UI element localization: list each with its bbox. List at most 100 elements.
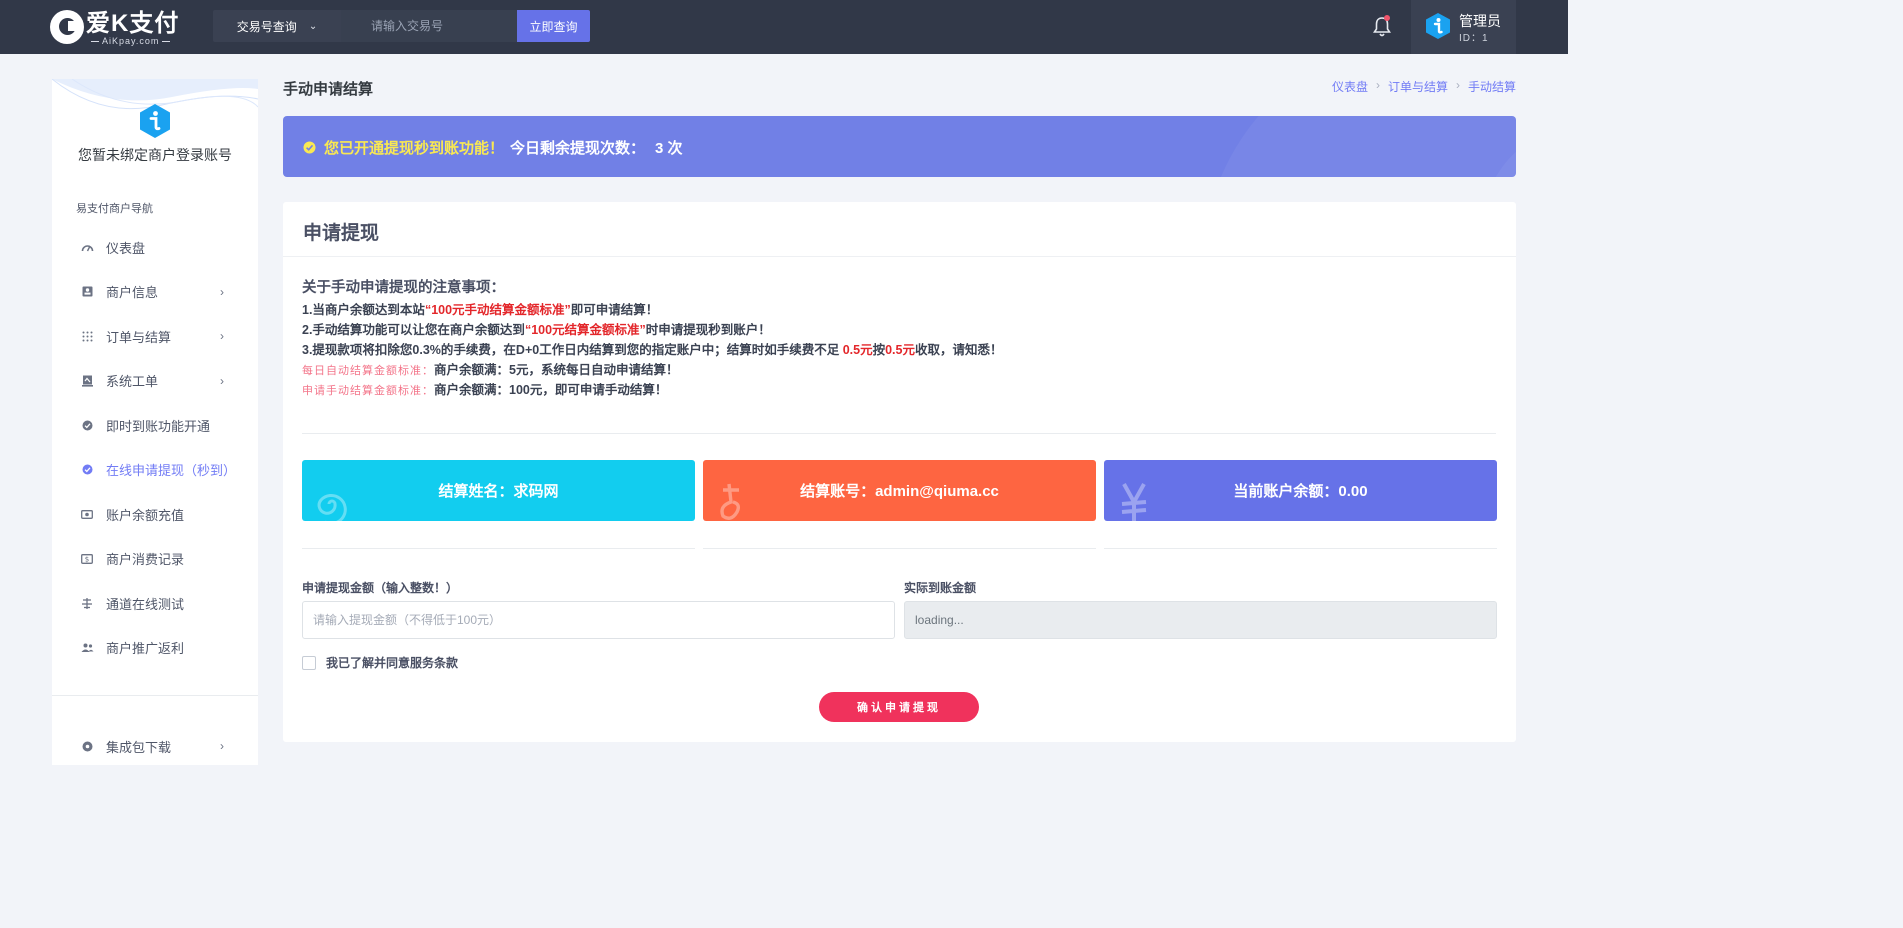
users-icon bbox=[80, 641, 94, 655]
grid-dots-icon bbox=[80, 329, 94, 343]
balance-stat: 当前账户余额：0.00 bbox=[1104, 460, 1497, 521]
account-status-text: 您暂未绑定商户登录账号 bbox=[78, 147, 232, 163]
yen-icon bbox=[1121, 483, 1147, 521]
rule-text: 即可申请结算！ bbox=[570, 303, 659, 317]
search-input[interactable] bbox=[341, 10, 517, 42]
sidebar-item-label: 即时到账功能开通 bbox=[106, 418, 211, 434]
check-badge-icon bbox=[303, 141, 316, 154]
sidebar-item-label: 账户余额充值 bbox=[106, 507, 185, 523]
breadcrumb-orders[interactable]: 订单与结算 bbox=[1388, 78, 1448, 95]
stat-underline bbox=[302, 548, 695, 549]
user-id: ID：1 bbox=[1459, 33, 1489, 44]
breadcrumb-dashboard[interactable]: 仪表盘 bbox=[1332, 78, 1368, 95]
sidebar-item-consumption[interactable]: $ 商户消费记录 bbox=[52, 537, 258, 582]
card-divider bbox=[302, 433, 1496, 434]
sidebar-item-label: 商户推广返利 bbox=[106, 641, 185, 657]
chevron-right-icon: › bbox=[220, 739, 224, 754]
sidebar-item-label: 商户信息 bbox=[106, 285, 159, 301]
logo-mark-icon bbox=[50, 10, 84, 44]
rule-line: 申请手动结算金额标准：商户余额满：100元，即可申请手动结算！ bbox=[302, 380, 1003, 400]
search-type-label: 交易号查询 bbox=[236, 19, 297, 34]
search-group: 交易号查询 ⌄ 立即查询 bbox=[213, 10, 590, 42]
breadcrumb-separator-icon: › bbox=[1375, 78, 1380, 92]
breadcrumb: 仪表盘 › 订单与结算 › 手动结算 bbox=[1332, 78, 1516, 95]
logo-name: 爱K支付 bbox=[86, 10, 180, 37]
rule-line: 每日自动结算金额标准：商户余额满：5元，系统每日自动申请结算！ bbox=[302, 360, 1003, 380]
sidebar-item-label: 系统工单 bbox=[106, 374, 159, 390]
rule-line: 3.提现款项将扣除您0.3%的手续费，在D+0工作日内结算到您的指定账户中；结算… bbox=[302, 340, 1003, 360]
notice-banner: 您已开通提现秒到账功能！ 今日剩余提现次数： 3 次 bbox=[283, 116, 1516, 177]
notice-remaining-label: 今日剩余提现次数： bbox=[510, 140, 646, 157]
sidebar-item-dashboard[interactable]: 仪表盘 bbox=[52, 225, 258, 270]
rule-text: 时申请提现秒到账户！ bbox=[645, 323, 771, 337]
receipt-icon: $ bbox=[80, 552, 94, 566]
user-name: 管理员 bbox=[1459, 13, 1501, 29]
sidebar-item-label: 通道在线测试 bbox=[106, 596, 185, 612]
breadcrumb-current: 手动结算 bbox=[1467, 80, 1516, 94]
rules-title: 关于手动申请提现的注意事项： bbox=[302, 280, 505, 296]
rule-highlight: “100元手动结算金额标准” bbox=[424, 303, 571, 317]
bell-icon[interactable] bbox=[1372, 15, 1392, 38]
sidebar-item-recharge[interactable]: 账户余额充值 bbox=[52, 492, 258, 537]
agree-checkbox[interactable] bbox=[302, 655, 316, 670]
rule-line: 2.手动结算功能可以让您在商户余额达到“100元结算金额标准”时申请提现秒到账户… bbox=[302, 320, 1003, 340]
settle-name-text: 结算姓名：求码网 bbox=[438, 483, 559, 500]
sidebar-item-referral[interactable]: 商户推广返利 bbox=[52, 626, 258, 671]
check-badge-icon bbox=[80, 463, 94, 477]
settle-account-stat: 结算账号：admin@qiuma.cc bbox=[703, 460, 1096, 521]
sidebar-item-label: 集成包下载 bbox=[106, 739, 172, 755]
check-badge-icon bbox=[80, 418, 94, 432]
auto-standard-text: 商户余额满：5元，系统每日自动申请结算！ bbox=[434, 363, 679, 377]
notice-remaining-count: 3 次 bbox=[655, 140, 683, 157]
top-bar: 爱K支付 AiKpay.com 交易号查询 ⌄ 立即查询 管理员 ID：1 bbox=[0, 0, 1568, 54]
logo[interactable]: 爱K支付 AiKpay.com bbox=[50, 10, 200, 46]
sidebar-item-label: 仪表盘 bbox=[106, 240, 146, 256]
sidebar-item-channel-test[interactable]: 通道在线测试 bbox=[52, 581, 258, 626]
manual-standard-label: 申请手动结算金额标准： bbox=[302, 385, 434, 397]
ticket-icon bbox=[80, 374, 94, 388]
sidebar-item-tickets[interactable]: 系统工单 › bbox=[52, 359, 258, 404]
rule-text: 3.提现款项将扣除您0.3%的手续费，在D+0工作日内结算到您的指定账户中；结算… bbox=[302, 343, 840, 357]
rule-text: 1.当商户余额达到本站 bbox=[302, 303, 425, 317]
nav-section-title: 易支付商户导航 bbox=[76, 203, 153, 215]
sidebar-item-orders[interactable]: 订单与结算 › bbox=[52, 314, 258, 359]
sidebar-divider bbox=[52, 695, 258, 696]
sidebar-item-online-withdraw[interactable]: 在线申请提现（秒到） bbox=[52, 448, 258, 493]
actual-amount-label: 实际到账金额 bbox=[904, 581, 977, 595]
swirl-icon bbox=[317, 494, 347, 521]
rule-highlight: “100元结算金额标准” bbox=[524, 323, 646, 337]
cash-icon bbox=[80, 507, 94, 521]
chevron-right-icon: › bbox=[220, 373, 224, 388]
banner-decoration bbox=[1203, 116, 1516, 177]
logo-sub: AiKpay.com bbox=[88, 36, 173, 46]
actual-amount-field bbox=[904, 601, 1497, 639]
rule-text: 2.手动结算功能可以让您在商户余额达到 bbox=[302, 323, 525, 337]
stat-underline bbox=[703, 548, 1096, 549]
submit-withdraw-button[interactable]: 确认申请提现 bbox=[819, 692, 979, 722]
card-title: 申请提现 bbox=[303, 223, 380, 244]
search-button[interactable]: 立即查询 bbox=[517, 10, 590, 42]
sidebar-item-merchant-info[interactable]: 商户信息 › bbox=[52, 270, 258, 315]
stat-underline bbox=[1104, 548, 1497, 549]
rule-text: 收取，请知悉！ bbox=[914, 343, 1003, 357]
settle-account-text: 结算账号：admin@qiuma.cc bbox=[800, 483, 999, 500]
search-type-select[interactable]: 交易号查询 ⌄ bbox=[213, 10, 341, 42]
merchant-card-icon bbox=[80, 285, 94, 299]
notice-highlight: 您已开通提现秒到账功能！ bbox=[324, 140, 505, 157]
nav-bottom: 集成包下载 › bbox=[52, 724, 258, 765]
withdraw-card: 申请提现 关于手动申请提现的注意事项： 1.当商户余额达到本站“100元手动结算… bbox=[283, 202, 1516, 742]
disc-icon bbox=[80, 739, 94, 753]
page-title: 手动申请结算 bbox=[283, 81, 374, 98]
chevron-down-icon: ⌄ bbox=[308, 20, 318, 32]
sidebar-item-label: 订单与结算 bbox=[106, 329, 172, 345]
agree-terms[interactable]: 我已了解并同意服务条款 bbox=[302, 654, 458, 671]
user-menu[interactable]: 管理员 ID：1 bbox=[1411, 0, 1516, 54]
sidebar-item-sdk-download[interactable]: 集成包下载 › bbox=[52, 724, 258, 765]
withdraw-rules: 关于手动申请提现的注意事项： 1.当商户余额达到本站“100元手动结算金额标准”… bbox=[302, 276, 1003, 400]
sidebar-item-instant-settlement[interactable]: 即时到账功能开通 bbox=[52, 403, 258, 448]
user-avatar-icon bbox=[1426, 13, 1450, 39]
manual-standard-text: 商户余额满：100元，即可申请手动结算！ bbox=[434, 383, 668, 397]
withdraw-amount-input[interactable] bbox=[302, 601, 895, 639]
sidebar-item-label: 商户消费记录 bbox=[106, 552, 185, 568]
auto-standard-label: 每日自动结算金额标准： bbox=[302, 365, 434, 377]
